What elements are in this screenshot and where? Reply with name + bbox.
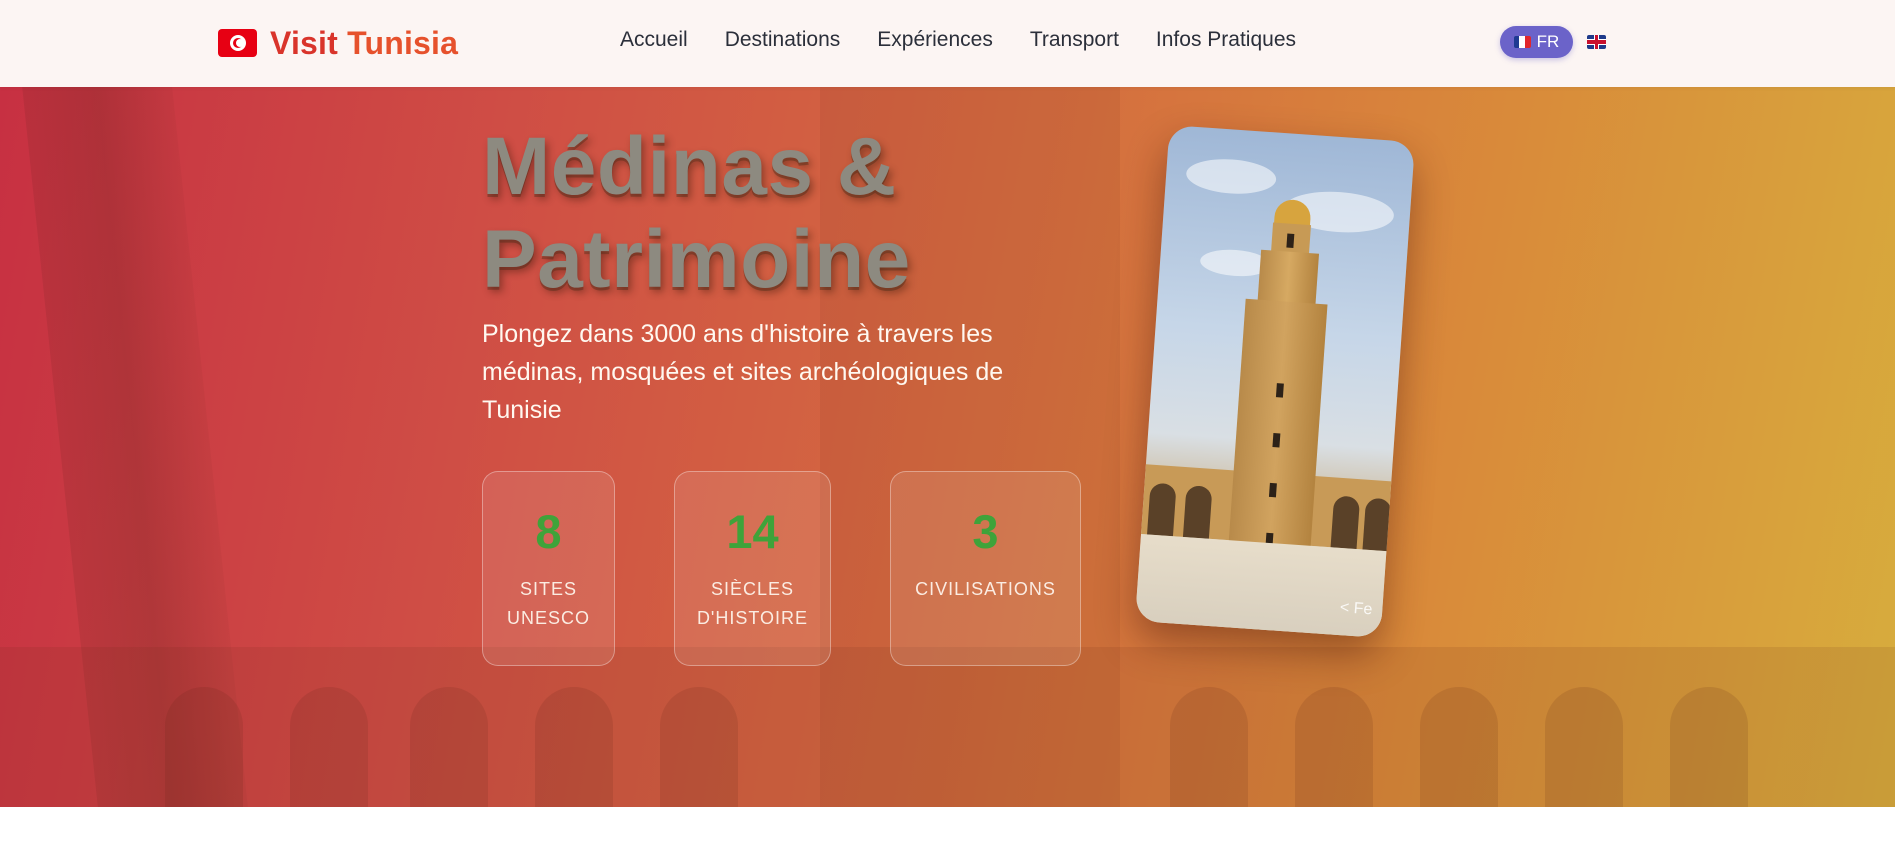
hero-title-line2: Patrimoine	[482, 214, 911, 305]
main-nav: Accueil Destinations Expériences Transpo…	[620, 28, 1333, 52]
stat-label: SITES UNESCO	[506, 579, 590, 628]
site-logo[interactable]: Visit Tunisia	[218, 24, 458, 62]
hero-title: Médinas & Patrimoine	[482, 120, 911, 306]
stat-label: CIVILISATIONS	[915, 579, 1056, 599]
nav-item-infos-pratiques[interactable]: Infos Pratiques	[1156, 28, 1296, 52]
stat-card-civilisations: 3 CIVILISATIONS	[890, 471, 1081, 666]
hero-subtitle: Plongez dans 3000 ans d'histoire à trave…	[482, 320, 1004, 424]
nav-item-transport[interactable]: Transport	[1030, 28, 1119, 52]
stat-value: 8	[535, 505, 562, 558]
language-fr-button[interactable]: FR	[1500, 26, 1573, 58]
site-header: Visit Tunisia Accueil Destinations Expér…	[0, 0, 1895, 87]
hero-section: Médinas & Patrimoine Plongez dans 3000 a…	[0, 87, 1895, 807]
hero-background-image	[0, 87, 1895, 807]
language-fr-label: FR	[1536, 32, 1560, 51]
tunisia-flag-icon	[218, 29, 257, 57]
minaret-photo: < Fe	[1134, 125, 1416, 638]
nav-item-experiences[interactable]: Expériences	[877, 28, 993, 52]
stat-value: 3	[972, 505, 999, 558]
uk-flag-icon[interactable]	[1587, 35, 1606, 49]
nav-item-destinations[interactable]: Destinations	[725, 28, 841, 52]
stat-label: SIÈCLES D'HISTOIRE	[696, 579, 809, 628]
stat-card-siecles: 14 SIÈCLES D'HISTOIRE	[674, 471, 831, 666]
stat-card-unesco: 8 SITES UNESCO	[482, 471, 615, 666]
hero-title-line1: Médinas &	[482, 121, 897, 212]
brand-name: Visit Tunisia	[270, 24, 459, 61]
france-flag-icon	[1513, 36, 1531, 48]
photo-credit: < Fe	[1339, 599, 1373, 619]
stat-value: 14	[726, 505, 779, 558]
nav-item-accueil[interactable]: Accueil	[620, 28, 688, 52]
